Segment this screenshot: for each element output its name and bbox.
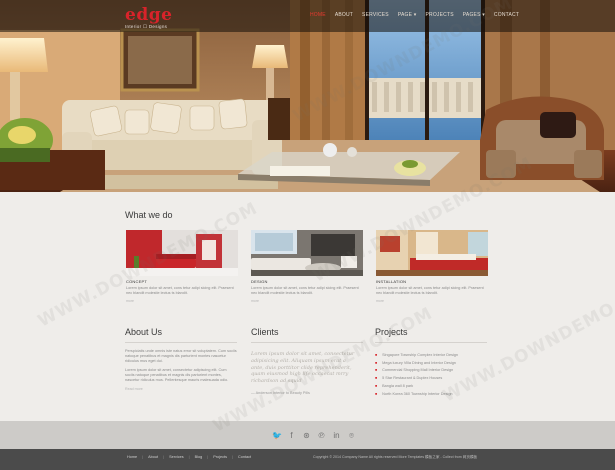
project-item-label: 5 Star Restaurant & Duplex Houses: [382, 376, 443, 381]
project-item-label: Bangla wall 8 park: [382, 384, 414, 389]
about-paragraph-1: Perspiciatis unde omnis iste natus error…: [125, 349, 237, 363]
footer-link-blog[interactable]: Blog: [195, 455, 203, 459]
projects-heading: Projects: [375, 327, 408, 337]
nav-contact[interactable]: CONTACT: [494, 12, 519, 18]
header-bar: [0, 0, 615, 32]
service-more-link[interactable]: more: [251, 299, 363, 303]
nav-projects[interactable]: PROJECTS: [425, 12, 453, 18]
projects-list: ■ Singapore Township Complex Interior Des…: [375, 351, 487, 398]
nav-pages[interactable]: PAGES ▾: [463, 12, 485, 18]
main-nav: HOME ABOUT SERVICES PAGE ▾ PROJECTS PAGE…: [310, 12, 519, 18]
nav-about[interactable]: ABOUT: [335, 12, 353, 18]
project-item-label: Commercial Shopping Mall Interior Design: [382, 368, 454, 373]
about-heading: About Us: [125, 327, 163, 337]
bullet-icon: ■: [375, 352, 378, 357]
bullet-icon: ■: [375, 384, 378, 389]
nav-home[interactable]: HOME: [310, 12, 326, 18]
project-item-label: Singapore Township Complex Interior Desi…: [382, 352, 459, 357]
dribbble-icon[interactable]: ⊛: [302, 431, 311, 440]
what-we-do-heading: What we do: [125, 210, 173, 220]
service-card-installation: INSTALLATION Lorem ipsum dolor sit amet,…: [376, 230, 488, 303]
clients-section: Clients Lorem ipsum dolor sit amet, cons…: [251, 327, 363, 395]
project-item[interactable]: ■ 5 Star Restaurant & Duplex Houses: [375, 374, 487, 382]
bullet-icon: ■: [375, 376, 378, 381]
footer-separator: |: [207, 455, 209, 459]
twitter-icon[interactable]: 🐦: [272, 431, 282, 440]
footer-link-projects[interactable]: Projects: [213, 455, 227, 459]
design-image[interactable]: [251, 230, 363, 276]
nav-page[interactable]: PAGE ▾: [398, 12, 417, 18]
service-more-link[interactable]: more: [126, 299, 238, 303]
service-text: Lorem ipsum dolor sit amet, cons tetur a…: [376, 286, 484, 295]
page: edge Interior ☐ Designs HOME ABOUT SERVI…: [0, 0, 615, 470]
installation-image[interactable]: [376, 230, 488, 276]
project-item[interactable]: ■ Singapore Township Complex Interior Des…: [375, 351, 487, 359]
service-card-concept: CONCEPT Lorem ipsum dolor sit amet, cons…: [126, 230, 238, 303]
copyright-text: Copyright © 2014 Company Name All rights…: [313, 455, 478, 459]
footer-separator: |: [163, 455, 165, 459]
project-item-label: Mega luxury Villa Dining and Interior De…: [382, 360, 456, 365]
footer-nav: Home | About | Services | Blog | Projects | C…: [127, 455, 251, 459]
github-icon[interactable]: ⌾: [347, 431, 356, 440]
footer: [0, 449, 615, 470]
nav-services[interactable]: SERVICES: [362, 12, 389, 18]
service-caption: DESIGN: [251, 279, 268, 284]
projects-section: Projects ■ Singapore Township Complex Int…: [375, 327, 487, 398]
service-card-design: DESIGN Lorem ipsum dolor sit amet, cons …: [251, 230, 363, 303]
project-item[interactable]: ■ Bangla wall 8 park: [375, 382, 487, 390]
about-paragraph-2: Lorem ipsum dolor sit amet, consectetur …: [125, 368, 229, 382]
client-quote-author: — Anderson Interior to Beauty Pills: [251, 390, 310, 395]
service-caption: INSTALLATION: [376, 279, 407, 284]
project-item[interactable]: ■ Mega luxury Villa Dining and Interior D…: [375, 359, 487, 367]
about-divider: [125, 342, 237, 343]
about-read-more-link[interactable]: Read more: [125, 387, 237, 391]
clients-heading: Clients: [251, 327, 279, 337]
clients-divider: [251, 342, 363, 343]
logo-tagline: Interior ☐ Designs: [125, 24, 168, 29]
logo[interactable]: edge Interior ☐ Designs: [125, 5, 173, 30]
footer-link-about[interactable]: About: [148, 455, 158, 459]
projects-divider: [375, 342, 487, 343]
pinterest-icon[interactable]: ℗: [317, 431, 326, 440]
bullet-icon: ■: [375, 391, 378, 396]
facebook-icon[interactable]: f: [287, 431, 296, 440]
footer-link-contact[interactable]: Contact: [238, 455, 251, 459]
bullet-icon: ■: [375, 368, 378, 373]
client-quote: Lorem ipsum dolor sit amet, consectetur …: [251, 351, 355, 385]
service-text: Lorem ipsum dolor sit amet, cons tetur a…: [126, 286, 234, 295]
footer-separator: |: [231, 455, 233, 459]
bullet-icon: ■: [375, 360, 378, 365]
footer-link-home[interactable]: Home: [127, 455, 137, 459]
project-item[interactable]: ■ Commercial Shopping Mall Interior Desig…: [375, 367, 487, 375]
footer-separator: |: [142, 455, 144, 459]
footer-separator: |: [188, 455, 190, 459]
social-links: 🐦 f ⊛ ℗ in ⌾: [272, 431, 356, 440]
footer-link-services[interactable]: Services: [169, 455, 184, 459]
hero-banner: edge Interior ☐ Designs HOME ABOUT SERVI…: [0, 0, 615, 192]
logo-wordmark: edge: [125, 5, 173, 25]
project-item-label: North Korea 360 Township Interior Design: [382, 391, 453, 396]
service-text: Lorem ipsum dolor sit amet, cons tetur a…: [251, 286, 359, 295]
project-item[interactable]: ■ North Korea 360 Township Interior Desig…: [375, 390, 487, 398]
service-more-link[interactable]: more: [376, 299, 488, 303]
about-section: About Us Perspiciatis unde omnis iste na…: [125, 327, 237, 391]
service-caption: CONCEPT: [126, 279, 147, 284]
concept-image[interactable]: [126, 230, 238, 276]
linkedin-icon[interactable]: in: [332, 431, 341, 440]
